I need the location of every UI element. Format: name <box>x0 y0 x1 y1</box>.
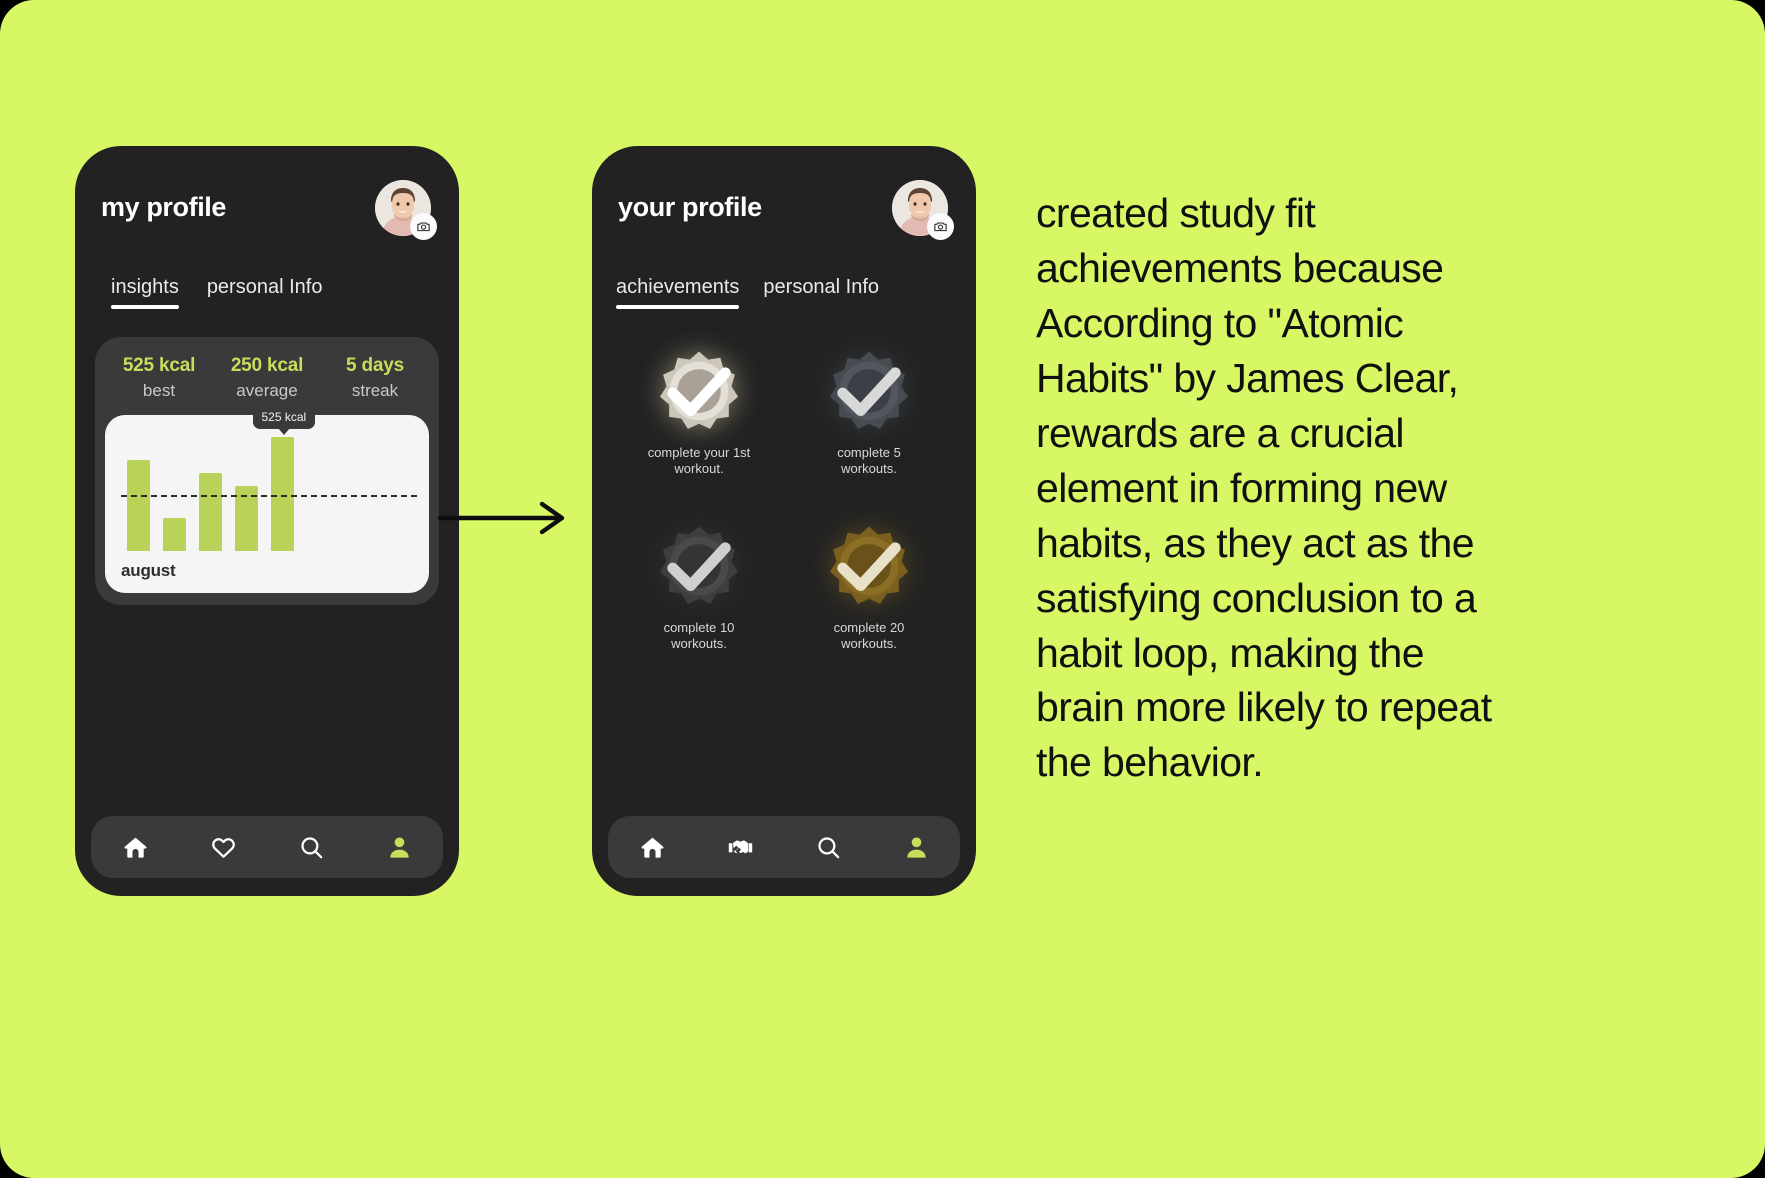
caption-text: created study fit achievements because A… <box>1036 190 1492 786</box>
bottom-nav-achievements <box>608 816 960 878</box>
stat-best-value: 525 kcal <box>122 355 196 376</box>
camera-icon <box>934 222 947 232</box>
tab-bar-insights: insights personal Info <box>75 266 459 309</box>
stat-best-label: best <box>142 381 176 400</box>
search-icon <box>300 836 322 858</box>
check-icon <box>837 367 901 417</box>
camera-icon <box>417 222 430 232</box>
achievement-label: complete 10 workouts. <box>663 619 735 651</box>
achievement-label: complete your 1st workout. <box>647 445 751 477</box>
chart-bar[interactable] <box>199 472 222 551</box>
tab-achievements[interactable]: achievements <box>616 276 740 309</box>
achievement-grid: complete your 1st workout. complete 5 wor… <box>592 309 976 652</box>
tab-bar-achievements: achievements personal Info <box>592 266 976 309</box>
achievement-label: complete 5 workouts. <box>837 445 901 477</box>
chart-tooltip: 525 kcal <box>252 404 316 429</box>
medal-icon <box>657 349 741 433</box>
tab-personal-info-2[interactable]: personal Info <box>763 276 879 309</box>
home-icon <box>124 837 146 858</box>
phone-header-achievements: your profile <box>592 146 976 266</box>
check-icon <box>667 367 731 417</box>
achievement-badge[interactable]: complete 5 workouts. <box>784 349 954 478</box>
camera-badge-button[interactable] <box>410 213 437 240</box>
achievement-badge[interactable]: complete 10 workouts. <box>614 524 784 653</box>
stat-streak-label: streak <box>351 381 399 400</box>
nav-home[interactable] <box>91 834 179 861</box>
person-icon <box>906 836 926 858</box>
nav-home-2[interactable] <box>608 834 696 861</box>
nav-profile[interactable] <box>355 834 443 861</box>
handshake-icon <box>728 839 752 853</box>
home-icon <box>641 837 663 858</box>
achievement-badge[interactable]: complete your 1st workout. <box>614 349 784 478</box>
chart-month-label: august <box>121 561 176 580</box>
nav-search[interactable] <box>267 834 355 861</box>
tab-insights[interactable]: insights <box>111 276 179 309</box>
transition-arrow <box>438 501 565 535</box>
check-icon <box>837 541 901 591</box>
search-icon <box>817 836 839 858</box>
stat-average-label: average <box>236 381 298 400</box>
heart-icon <box>211 837 235 858</box>
stat-best: 525 kcal best <box>105 355 213 401</box>
medal-icon <box>827 524 911 608</box>
phone-mockup-achievements: your profile achievements personal Info … <box>592 146 976 896</box>
chart-bar[interactable] <box>235 485 258 551</box>
poster-canvas: my profile insights personal Info 525 kc… <box>0 0 1765 1178</box>
stat-streak-value: 5 days <box>346 355 404 376</box>
nav-profile-2[interactable] <box>872 834 960 861</box>
stats-row: 525 kcal best 250 kcal average 5 days st… <box>105 355 429 401</box>
average-reference-line <box>121 494 417 497</box>
phone-mockup-insights: my profile insights personal Info 525 kc… <box>75 146 459 896</box>
kcal-bar-chart[interactable]: 525 kcal august <box>105 404 429 593</box>
chart-bar[interactable] <box>127 459 150 551</box>
chart-plot-area <box>121 429 417 551</box>
check-icon <box>667 541 731 591</box>
tab-personal-info[interactable]: personal Info <box>207 276 323 309</box>
nav-community[interactable] <box>696 834 784 861</box>
nav-search-2[interactable] <box>784 834 872 861</box>
achievement-label: complete 20 workouts. <box>833 619 905 651</box>
achievement-badge[interactable]: complete 20 workouts. <box>784 524 954 653</box>
avatar-wrapper-2[interactable] <box>892 180 954 240</box>
stat-average-value: 250 kcal <box>230 355 304 376</box>
medal-icon <box>657 524 741 608</box>
camera-badge-button-2[interactable] <box>927 213 954 240</box>
chart-bar[interactable] <box>271 436 294 551</box>
medal-icon <box>827 349 911 433</box>
stat-streak: 5 days streak <box>321 355 429 401</box>
bottom-nav-insights <box>91 816 443 878</box>
person-icon <box>389 836 409 858</box>
chart-bar[interactable] <box>163 518 186 551</box>
phone-header-insights: my profile <box>75 146 459 266</box>
stats-card: 525 kcal best 250 kcal average 5 days st… <box>95 337 439 605</box>
avatar-wrapper[interactable] <box>375 180 437 240</box>
nav-favorites[interactable] <box>179 834 267 861</box>
stat-average: 250 kcal average <box>213 355 321 401</box>
